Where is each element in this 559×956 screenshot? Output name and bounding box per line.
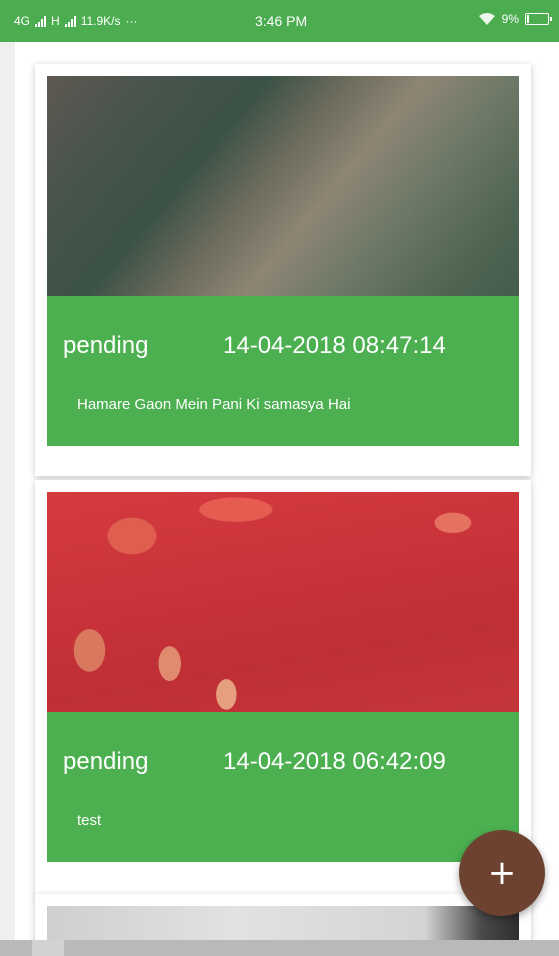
battery-icon — [525, 13, 552, 25]
post-description: Hamare Gaon Mein Pani Ki samasya Hai — [77, 396, 351, 413]
post-list[interactable]: pending 14-04-2018 08:47:14 Hamare Gaon … — [15, 42, 559, 940]
data-speed-label: 11.9K/s — [80, 14, 121, 28]
signal-icon — [35, 15, 47, 27]
post-card[interactable] — [35, 894, 531, 940]
post-info: pending 14-04-2018 08:47:14 Hamare Gaon … — [47, 296, 519, 446]
post-image — [47, 906, 519, 940]
add-icon: + — [487, 853, 517, 893]
wifi-icon — [478, 13, 495, 25]
post-image — [47, 76, 519, 296]
status-left: 4G H 11.9K/s ··· — [14, 14, 138, 28]
status-right: 9% — [478, 12, 552, 26]
post-description: test — [77, 812, 102, 829]
status-time: 3:46 PM — [255, 13, 308, 29]
post-image — [47, 492, 519, 712]
add-post-button[interactable]: + — [459, 830, 545, 916]
post-status: pending — [63, 332, 149, 359]
post-datetime: 14-04-2018 06:42:09 — [223, 748, 446, 775]
more-indicator: ··· — [125, 14, 138, 28]
status-bar: 4G H 11.9K/s ··· 3:46 PM 9% — [0, 0, 559, 42]
battery-percent: 9% — [501, 12, 519, 26]
post-status: pending — [63, 748, 149, 775]
signal-icon — [64, 15, 76, 27]
post-card[interactable]: pending 14-04-2018 06:42:09 test — [35, 480, 531, 896]
navigation-bar — [0, 940, 559, 956]
nav-bar-segment — [32, 940, 64, 956]
post-info: pending 14-04-2018 06:42:09 test — [47, 712, 519, 862]
post-card[interactable]: pending 14-04-2018 08:47:14 Hamare Gaon … — [35, 64, 531, 476]
network-type-label: 4G — [14, 14, 31, 28]
network-type-label-secondary: H — [51, 14, 60, 28]
post-datetime: 14-04-2018 08:47:14 — [223, 332, 446, 359]
